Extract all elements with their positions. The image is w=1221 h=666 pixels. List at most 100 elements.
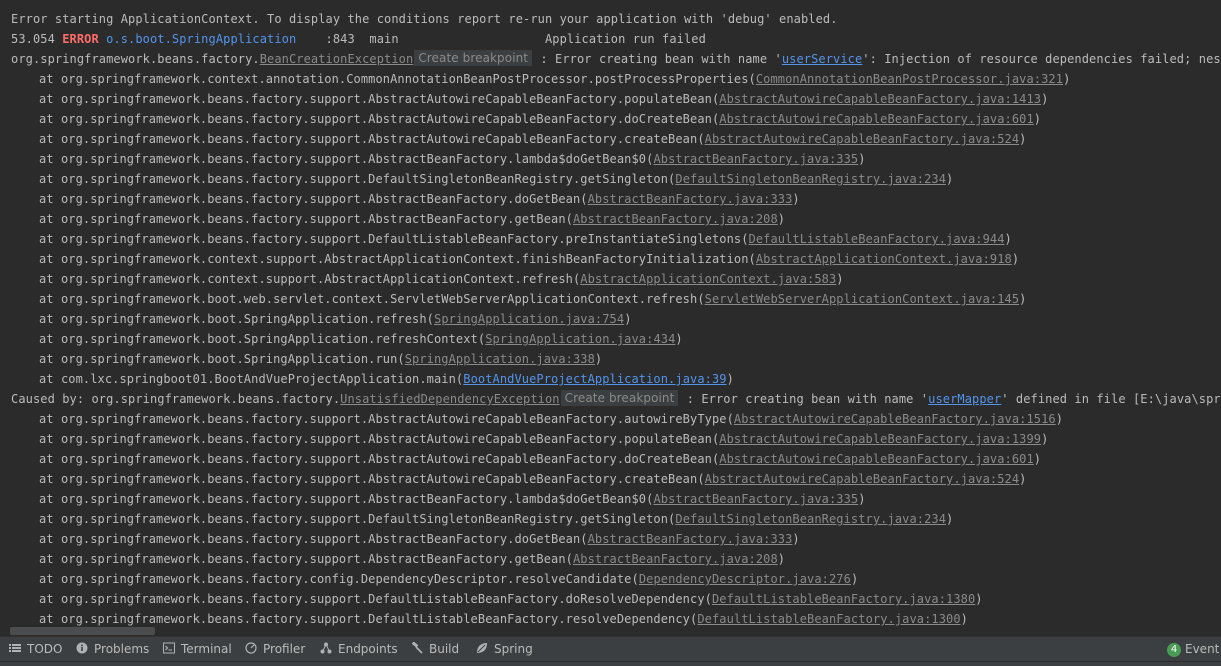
source-link[interactable]: DefaultListableBeanFactory.java:1380 (712, 592, 975, 606)
tab-build[interactable]: Build (411, 637, 459, 662)
source-link[interactable]: CommonAnnotationBeanPostProcessor.java:3… (756, 72, 1063, 86)
source-link[interactable]: SpringApplication.java:434 (485, 332, 675, 346)
source-link[interactable]: AbstractAutowireCapableBeanFactory.java:… (734, 412, 1056, 426)
source-link[interactable]: AbstractBeanFactory.java:335 (653, 152, 858, 166)
console-line: Error starting ApplicationContext. To di… (11, 9, 838, 29)
stack-frame-method: at com.lxc.springboot01.BootAndVueProjec… (39, 372, 464, 386)
exception-link[interactable]: UnsatisfiedDependencyException (340, 392, 559, 406)
run-console[interactable]: Error starting ApplicationContext. To di… (0, 0, 1221, 636)
source-link[interactable]: AbstractBeanFactory.java:333 (588, 532, 793, 546)
tab-terminal[interactable]: Terminal (163, 637, 232, 662)
stack-frame-method: at org.springframework.beans.factory.sup… (39, 112, 720, 126)
source-link[interactable]: AbstractAutowireCapableBeanFactory.java:… (705, 472, 1020, 486)
stack-frame-method: at org.springframework.beans.factory.sup… (39, 552, 573, 566)
stack-frame: at org.springframework.context.support.A… (39, 269, 844, 289)
stack-frame-method: at org.springframework.beans.factory.sup… (39, 172, 676, 186)
stack-frame-end: ) (1004, 232, 1012, 246)
stack-frame-method: at org.springframework.boot.SpringApplic… (39, 312, 434, 326)
stack-frame: at org.springframework.beans.factory.sup… (39, 609, 968, 629)
stack-frame-method: at org.springframework.beans.factory.con… (39, 572, 639, 586)
source-link[interactable]: AbstractBeanFactory.java:335 (653, 492, 858, 506)
log-message: Error starting ApplicationContext. To di… (11, 12, 838, 26)
exception-message: ' defined in file [E:\java\springboot0 (1001, 392, 1221, 406)
stack-frame: at org.springframework.beans.factory.sup… (39, 129, 1027, 149)
source-link[interactable]: AbstractAutowireCapableBeanFactory.java:… (705, 132, 1020, 146)
source-link[interactable]: AbstractBeanFactory.java:208 (573, 552, 778, 566)
stack-frame: at org.springframework.boot.SpringApplic… (39, 329, 683, 349)
horizontal-scrollbar[interactable] (10, 627, 155, 635)
source-link[interactable]: AbstractApplicationContext.java:918 (756, 252, 1012, 266)
stack-frame-method: at org.springframework.context.support.A… (39, 252, 756, 266)
source-link[interactable]: AbstractAutowireCapableBeanFactory.java:… (719, 92, 1041, 106)
stack-frame: at org.springframework.context.annotatio… (39, 69, 1070, 89)
source-link[interactable]: DefaultListableBeanFactory.java:1300 (697, 612, 960, 626)
bean-link[interactable]: userMapper (928, 392, 1001, 406)
tab-label: Profiler (263, 642, 306, 656)
stack-frame: at org.springframework.beans.factory.sup… (39, 509, 953, 529)
stack-frame: at org.springframework.beans.factory.sup… (39, 229, 1012, 249)
stack-frame: at org.springframework.beans.factory.sup… (39, 549, 785, 569)
stack-frame-method: at org.springframework.boot.SpringApplic… (39, 332, 486, 346)
source-link[interactable]: AbstractAutowireCapableBeanFactory.java:… (719, 432, 1041, 446)
terminal-icon (163, 638, 175, 654)
source-link[interactable]: ServletWebServerApplicationContext.java:… (705, 292, 1020, 306)
stack-frame: at org.springframework.beans.factory.sup… (39, 149, 866, 169)
source-link[interactable]: DefaultListableBeanFactory.java:944 (749, 232, 1005, 246)
source-link[interactable]: AbstractBeanFactory.java:208 (573, 212, 778, 226)
stack-frame-end: ) (777, 212, 786, 226)
stack-frame-end: ) (1011, 252, 1020, 266)
stack-frame-end: ) (726, 372, 734, 386)
stack-frame: at org.springframework.beans.factory.sup… (39, 209, 785, 229)
stack-frame-end: ) (1019, 292, 1027, 306)
caused-by-package: Caused by: org.springframework.beans.fac… (11, 392, 341, 406)
status-bar (0, 661, 1221, 666)
stack-frame-end: ) (777, 552, 786, 566)
source-link[interactable]: DependencyDescriptor.java:276 (639, 572, 851, 586)
stack-frame-end: ) (1019, 132, 1027, 146)
tab-label: Build (429, 642, 460, 656)
source-link[interactable]: AbstractAutowireCapableBeanFactory.java:… (719, 452, 1034, 466)
stack-frame: at org.springframework.beans.factory.sup… (39, 489, 866, 509)
stack-frame-end: ) (1041, 92, 1049, 106)
tool-window-bar: TODO Problems Terminal Profiler Endpoint… (0, 636, 1221, 662)
source-link[interactable]: SpringApplication.java:754 (434, 312, 624, 326)
tab-event-log[interactable]: 4 Event L (1167, 637, 1221, 662)
stack-frame-method: at org.springframework.beans.factory.sup… (39, 232, 749, 246)
stack-frame: at org.springframework.boot.SpringApplic… (39, 309, 632, 329)
source-link[interactable]: BootAndVueProjectApplication.java:39 (463, 372, 726, 386)
stack-frame-end: ) (858, 492, 866, 506)
stack-frame: at org.springframework.beans.factory.sup… (39, 409, 1063, 429)
bean-link[interactable]: userService (782, 52, 862, 66)
tab-label: Event L (1185, 642, 1221, 656)
list-icon (9, 638, 21, 652)
console-line: org.springframework.beans.factory.BeanCr… (11, 49, 1221, 69)
source-link[interactable]: AbstractAutowireCapableBeanFactory.java:… (719, 112, 1034, 126)
stack-frame-end: ) (594, 352, 603, 366)
stack-frame-end: ) (1019, 472, 1027, 486)
source-link[interactable]: DefaultSingletonBeanRegistry.java:234 (675, 512, 946, 526)
exception-message: : Error creating bean with name ' (533, 52, 782, 66)
source-link[interactable]: DefaultSingletonBeanRegistry.java:234 (675, 172, 946, 186)
stack-frame-method: at org.springframework.beans.factory.sup… (39, 432, 720, 446)
tab-spring[interactable]: Spring (476, 637, 533, 662)
create-breakpoint-button[interactable]: Create breakpoint (560, 390, 679, 406)
source-link[interactable]: AbstractBeanFactory.java:333 (588, 192, 793, 206)
exception-message: ': Injection of resource dependencies fa… (862, 52, 1221, 66)
stack-frame: at org.springframework.beans.factory.sup… (39, 529, 800, 549)
tab-endpoints[interactable]: Endpoints (320, 637, 398, 662)
tab-todo[interactable]: TODO (9, 637, 62, 662)
create-breakpoint-button[interactable]: Create breakpoint (414, 50, 533, 66)
tab-label: Problems (94, 642, 150, 656)
tab-profiler[interactable]: Profiler (245, 637, 305, 662)
stack-frame: at org.springframework.beans.factory.con… (39, 569, 858, 589)
source-link[interactable]: AbstractApplicationContext.java:583 (580, 272, 836, 286)
source-link[interactable]: SpringApplication.java:338 (405, 352, 595, 366)
tab-label: Endpoints (338, 642, 398, 656)
stack-frame-end: ) (1033, 112, 1042, 126)
exception-link[interactable]: BeanCreationException (260, 52, 414, 66)
stack-frame-method: at org.springframework.beans.factory.sup… (39, 192, 588, 206)
stack-frame-end: ) (675, 332, 683, 346)
stack-frame-end: ) (850, 572, 859, 586)
endpoints-icon (320, 638, 332, 654)
tab-problems[interactable]: Problems (76, 637, 149, 662)
